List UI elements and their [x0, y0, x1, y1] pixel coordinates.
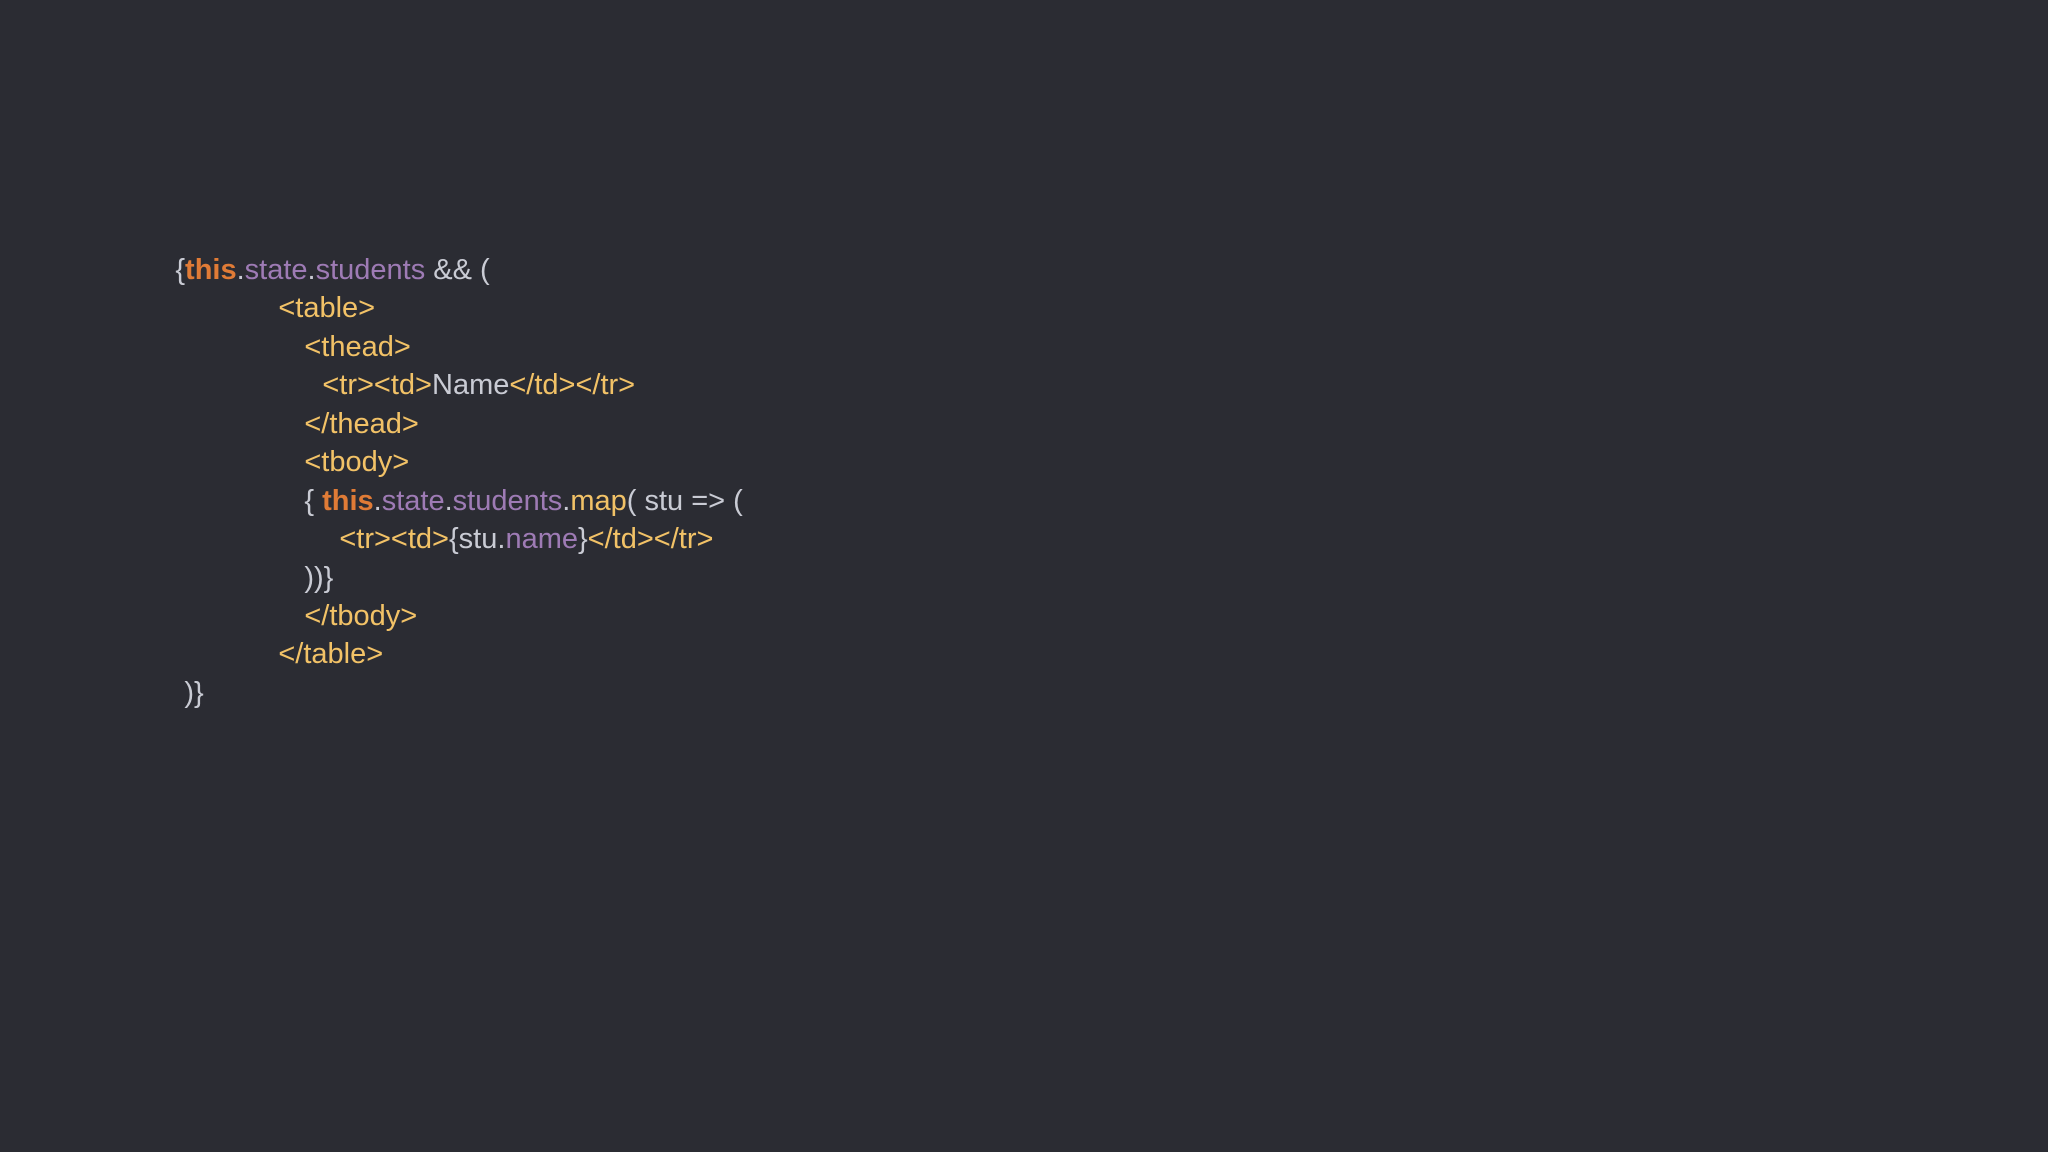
- code-line: </thead>: [256, 367, 419, 440]
- code-token: {stu.: [449, 523, 506, 555]
- code-token: </table>: [278, 638, 384, 670]
- code-line: )}: [136, 636, 203, 709]
- code-line: { this.state.students.map( stu => (: [256, 444, 742, 517]
- code-token: <tr><td>: [339, 523, 449, 555]
- slide-canvas: {this.state.students && ( <table> <thead…: [0, 0, 2048, 1152]
- code-token: Name: [432, 369, 510, 401]
- code-line: <thead>: [256, 290, 410, 363]
- code-token: )}: [184, 677, 204, 709]
- code-line: {this.state.students && (: [127, 213, 489, 286]
- code-token: </td></tr>: [509, 369, 636, 401]
- code-token: this: [185, 254, 237, 286]
- code-line: <tr><td>Name</td></tr>: [274, 328, 635, 401]
- code-line: <tr><td>{stu.name}</td></tr>: [291, 482, 713, 555]
- code-token: {: [175, 254, 186, 286]
- code-snippet: {this.state.students && ( <table> <thead…: [0, 0, 2048, 1152]
- code-line: <tbody>: [256, 405, 409, 478]
- code-line: ))}: [256, 521, 333, 594]
- code-line: </table>: [230, 597, 383, 670]
- code-token: }: [577, 523, 588, 555]
- code-token: && (: [425, 254, 490, 286]
- code-token: name: [505, 523, 578, 555]
- code-line: </tbody>: [256, 559, 417, 632]
- code-line: <table>: [230, 251, 375, 324]
- code-token: </td></tr>: [587, 523, 714, 555]
